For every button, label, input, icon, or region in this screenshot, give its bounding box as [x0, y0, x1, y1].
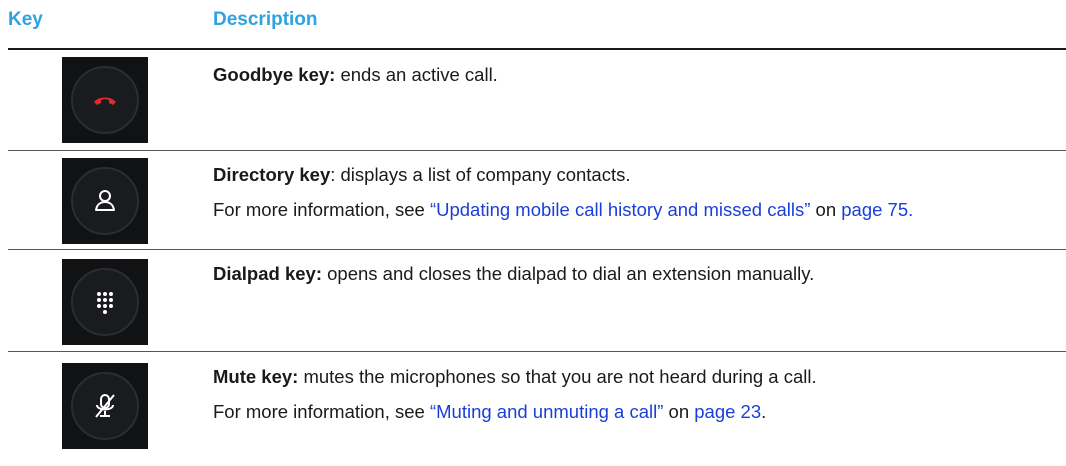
row-description: Directory key: displays a list of compan…: [213, 164, 914, 220]
row-description: Goodbye key: ends an active call.: [213, 64, 498, 85]
mute-key-image: [62, 363, 148, 449]
page-link[interactable]: page 75: [841, 199, 908, 220]
row-title: Mute key:: [213, 366, 299, 387]
dialpad-icon: [97, 292, 113, 314]
table-row: Dialpad key: opens and closes the dialpa…: [0, 250, 1066, 351]
table-row: Mute key: mutes the microphones so that …: [0, 352, 1066, 466]
table-row: Goodbye key: ends an active call.: [0, 50, 1066, 150]
cross-reference-link[interactable]: “Updating mobile call history and missed…: [430, 199, 810, 220]
goodbye-key-image: [62, 57, 148, 143]
row-title: Directory key: [213, 164, 331, 185]
row-description: Dialpad key: opens and closes the dialpa…: [213, 263, 815, 284]
dialpad-key-image: [62, 259, 148, 345]
key-description-table: Key Description Goodbye key: ends an act…: [0, 0, 1066, 466]
cross-reference-link[interactable]: “Muting and unmuting a call”: [430, 401, 663, 422]
column-header-description: Description: [213, 9, 318, 30]
directory-key-image: [62, 158, 148, 244]
row-title: Goodbye key:: [213, 64, 336, 85]
table-header: Key Description: [0, 0, 1066, 48]
row-description: Mute key: mutes the microphones so that …: [213, 366, 817, 422]
person-icon: [95, 190, 115, 211]
row-title: Dialpad key:: [213, 263, 322, 284]
page-link[interactable]: page 23: [694, 401, 761, 422]
end-call-icon: [94, 97, 116, 105]
mic-muted-icon: [95, 394, 115, 418]
table-row: Directory key: displays a list of compan…: [0, 151, 1066, 249]
column-header-key: Key: [8, 9, 43, 30]
